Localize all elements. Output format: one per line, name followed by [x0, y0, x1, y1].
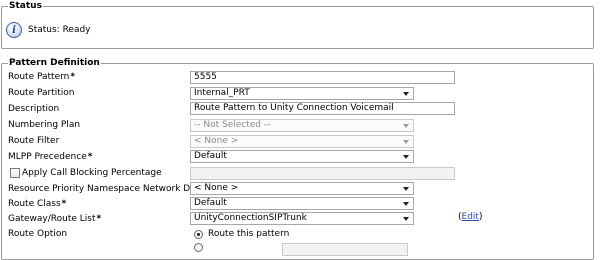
mlpp-precedence-row: MLPP Precedence* — [8, 150, 92, 164]
block-reason-select[interactable] — [282, 243, 408, 256]
chevron-down-icon — [403, 124, 409, 128]
gateway-route-list-label: Gateway/Route List — [8, 214, 96, 224]
pattern-definition-legend: Pattern Definition — [9, 58, 100, 68]
route-this-pattern-radio[interactable] — [194, 230, 203, 239]
mlpp-precedence-label: MLPP Precedence — [8, 152, 87, 162]
gateway-edit-link[interactable]: (Edit) — [458, 212, 482, 222]
chevron-down-icon — [403, 155, 409, 159]
block-this-pattern-radio[interactable] — [194, 243, 203, 252]
status-row: i Status: Ready — [6, 22, 91, 38]
numbering-plan-select[interactable]: -- Not Selected -- — [190, 119, 414, 132]
required-marker: * — [70, 72, 76, 82]
call-blocking-label: Apply Call Blocking Percentage — [22, 168, 162, 178]
route-class-select[interactable]: Default — [190, 197, 414, 210]
gateway-route-list-select[interactable]: UnityConnectionSIPTrunk — [190, 212, 414, 225]
numbering-plan-value: -- Not Selected -- — [194, 120, 271, 130]
resource-priority-select[interactable]: < None > — [190, 182, 414, 195]
gateway-route-list-row: Gateway/Route List* — [8, 212, 101, 226]
required-marker: * — [87, 152, 93, 162]
chevron-down-icon — [403, 202, 409, 206]
route-filter-value: < None > — [194, 136, 239, 146]
gateway-route-list-value: UnityConnectionSIPTrunk — [194, 213, 307, 223]
description-input[interactable]: Route Pattern to Unity Connection Voicem… — [190, 102, 455, 115]
mlpp-precedence-value: Default — [194, 151, 227, 161]
route-partition-select[interactable]: Internal_PRT — [190, 87, 414, 100]
chevron-down-icon — [403, 217, 409, 221]
status-legend: Status — [9, 1, 42, 11]
route-pattern-row: Route Pattern* — [8, 70, 75, 84]
route-class-value: Default — [194, 198, 227, 208]
route-partition-label: Route Partition — [8, 88, 75, 98]
route-filter-select[interactable]: < None > — [190, 135, 414, 148]
route-class-label: Route Class — [8, 199, 61, 209]
resource-priority-label: Resource Priority Namespace Network Doma… — [8, 184, 219, 194]
numbering-plan-label: Numbering Plan — [8, 120, 81, 130]
route-pattern-input[interactable]: 5555 — [190, 71, 455, 84]
mlpp-precedence-select[interactable]: Default — [190, 150, 414, 163]
route-this-pattern-label: Route this pattern — [208, 229, 290, 239]
chevron-down-icon — [403, 187, 409, 191]
required-marker: * — [96, 214, 102, 224]
paren-close: ) — [478, 212, 483, 222]
route-option-label: Route Option — [8, 229, 68, 239]
status-text: Status: Ready — [28, 25, 91, 35]
chevron-down-icon — [403, 140, 409, 144]
edit-link-text[interactable]: Edit — [462, 212, 479, 222]
call-blocking-percentage-input — [190, 167, 455, 180]
required-marker: * — [61, 199, 67, 209]
route-class-row: Route Class* — [8, 197, 66, 211]
route-pattern-label: Route Pattern — [8, 72, 70, 82]
route-filter-label: Route Filter — [8, 136, 60, 146]
info-icon: i — [6, 22, 22, 38]
chevron-down-icon — [403, 92, 409, 96]
call-blocking-checkbox[interactable] — [10, 168, 20, 178]
description-label: Description — [8, 104, 60, 114]
route-partition-value: Internal_PRT — [194, 88, 250, 98]
resource-priority-value: < None > — [194, 183, 239, 193]
